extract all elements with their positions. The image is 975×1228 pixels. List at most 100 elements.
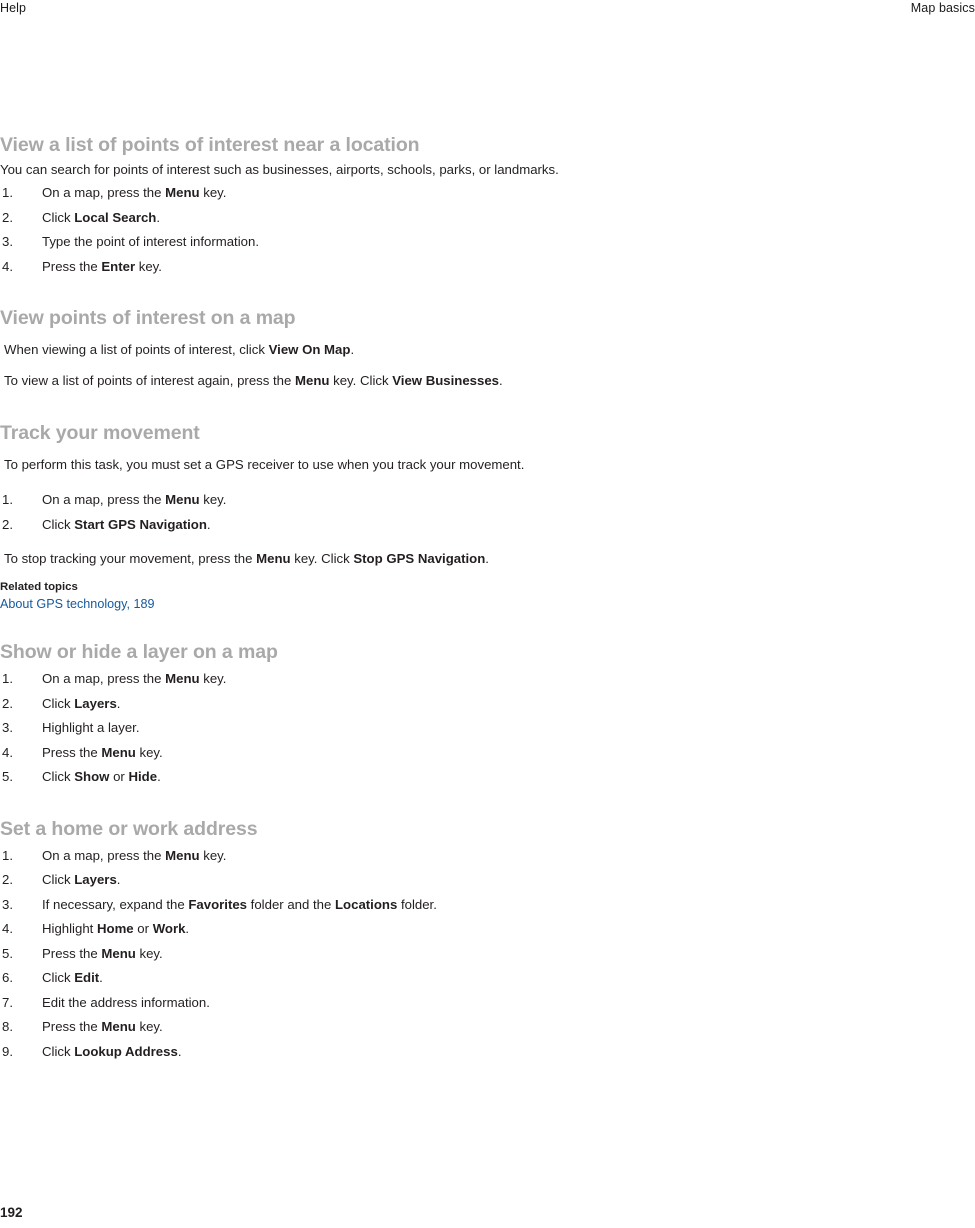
step-text-post: . [185,921,190,936]
step-text-pre: Highlight a layer. [42,720,140,735]
list-item: Highlight Home or Work. [0,917,700,942]
step-text-bold: Edit [74,970,100,985]
step-text-pre: Press the [42,945,102,961]
step-text-bold: Show [74,769,110,784]
section-heading: View a list of points of interest near a… [0,134,420,156]
list-item: On a map, press the Menu key. [0,844,700,869]
section-intro: To perform this task, you must set a GPS… [4,457,525,472]
para-text-mid: key. Click [290,551,354,566]
para-text-bold: Menu [295,373,330,388]
page-footer: 192 [0,1204,975,1222]
step-text-bold: Start GPS Navigation [74,516,207,532]
step-text-pre: Click [42,695,75,711]
step-text-pre: On a map, press the [42,185,166,200]
page-number: 192 [0,1205,23,1220]
step-text-post: key. [199,185,227,200]
section-view-poi-map: View points of interest on a map When vi… [0,305,700,390]
step-text-pre: If necessary, expand the [42,896,189,912]
list-item: If necessary, expand the Favorites folde… [0,893,700,918]
step-text-post: key. [135,1019,163,1034]
section-heading: View points of interest on a map [0,307,296,329]
step-text-post: . [206,516,211,532]
step-list: On a map, press the Menu key. Click Star… [0,488,700,537]
list-item: Type the point of interest information. [0,230,700,255]
step-text-pre: On a map, press the [42,847,166,863]
step-text-bold: Menu [101,1019,136,1034]
section-heading: Track your movement [0,422,200,444]
body-paragraph: To view a list of points of interest aga… [4,371,700,390]
step-text-bold: Layers [74,695,117,711]
step-text-pre: Highlight [42,921,97,936]
step-text-pre: Click [42,872,75,887]
step-text-bold: Home [96,921,134,936]
running-head: Help Map basics [0,0,975,20]
step-text-mid: folder and the [247,896,335,912]
step-text-bold-2: Work [152,921,186,936]
step-text-post: key. [135,945,163,961]
para-text-bold-2: View Businesses [392,373,500,388]
step-text-bold-2: Locations [335,896,398,912]
step-text-bold: Layers [74,872,117,887]
section-set-home-work-address: Set a home or work address On a map, pre… [0,816,700,1065]
list-item: Click Layers. [0,868,700,893]
related-topic-link[interactable]: About GPS technology, 189 [0,596,155,613]
step-text-post: . [99,970,103,985]
document-page: Help Map basics View a list of points of… [0,0,975,1228]
section-show-hide-layer: Show or hide a layer on a map On a map, … [0,639,700,790]
list-item: Click Start GPS Navigation. [0,513,700,538]
section-heading: Set a home or work address [0,817,258,840]
para-text-post: . [499,373,503,388]
list-item: Click Show or Hide. [0,765,700,790]
step-text-bold: Menu [165,847,200,863]
list-item: On a map, press the Menu key. [0,667,700,692]
list-item: Click Local Search. [0,206,700,231]
step-text-bold: Menu [165,185,200,200]
step-text-post: . [157,769,161,784]
related-topics-title: Related topics [0,581,78,593]
step-text-pre: Press the [42,1019,102,1034]
para-text-bold-2: Stop GPS Navigation [353,551,486,566]
step-text-post: key. [135,258,162,274]
para-text-bold: Menu [256,551,291,566]
step-text-post: key. [199,847,227,863]
step-text-post: . [116,872,121,887]
step-text-pre: Press the [42,258,102,274]
list-item: Press the Enter key. [0,255,700,280]
step-list: On a map, press the Menu key. Click Laye… [0,667,700,790]
step-text-post: key. [135,744,163,760]
list-item: On a map, press the Menu key. [0,181,700,206]
step-text-bold: Menu [165,492,200,507]
list-item: Highlight a layer. [0,716,700,741]
step-text-mid: or [133,921,153,936]
step-text-bold: Lookup Address [74,1043,178,1059]
step-text-pre: Click [42,209,75,225]
step-text-bold: Menu [101,744,136,760]
list-item: Press the Menu key. [0,1015,700,1040]
para-text-bold: View On Map [268,342,351,357]
step-text-pre: Edit the address information. [42,994,210,1010]
step-text-pre: Click [42,970,75,985]
step-text-post: key. [199,671,227,686]
step-text-bold-2: Hide [128,769,158,784]
body-paragraph: When viewing a list of points of interes… [4,340,700,359]
running-head-right: Map basics [910,1,975,15]
step-text-bold: Enter [101,258,136,274]
section-heading: Show or hide a layer on a map [0,641,278,663]
para-text-pre: To view a list of points of interest aga… [4,373,296,388]
step-text-post: folder. [397,896,437,912]
step-text-pre: Click [42,516,75,532]
step-text-post: . [156,209,161,225]
list-item: Click Edit. [0,966,700,991]
step-text-pre: On a map, press the [42,492,166,507]
list-item: Edit the address information. [0,991,700,1016]
para-text-pre: When viewing a list of points of interes… [4,342,269,357]
step-list: On a map, press the Menu key. Click Loca… [0,181,700,279]
step-text-mid: or [109,769,129,784]
step-text-bold: Local Search [74,209,157,225]
closing-paragraph: To stop tracking your movement, press th… [4,549,700,568]
list-item: Click Layers. [0,692,700,717]
document-content: View a list of points of interest near a… [0,132,700,1064]
step-text-post: . [116,695,121,711]
step-text-pre: Click [42,1043,75,1059]
step-text-bold: Menu [165,671,200,686]
